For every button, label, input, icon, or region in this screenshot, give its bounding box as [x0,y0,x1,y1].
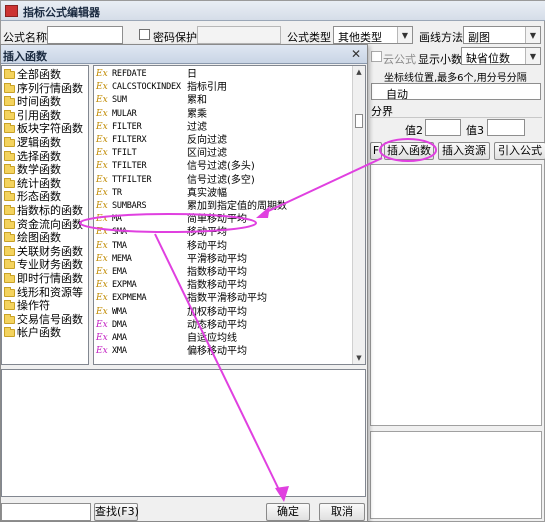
annotation-circle-insert-function [379,138,437,162]
annotation-arrowhead-1 [256,206,270,218]
annotation-circle-ma [79,213,257,233]
annotation-arrowhead-2 [275,486,289,502]
annotation-arrow-line-2 [154,233,283,497]
annotation-arrow-line-1 [261,157,383,215]
annotation-overlay [79,138,437,502]
